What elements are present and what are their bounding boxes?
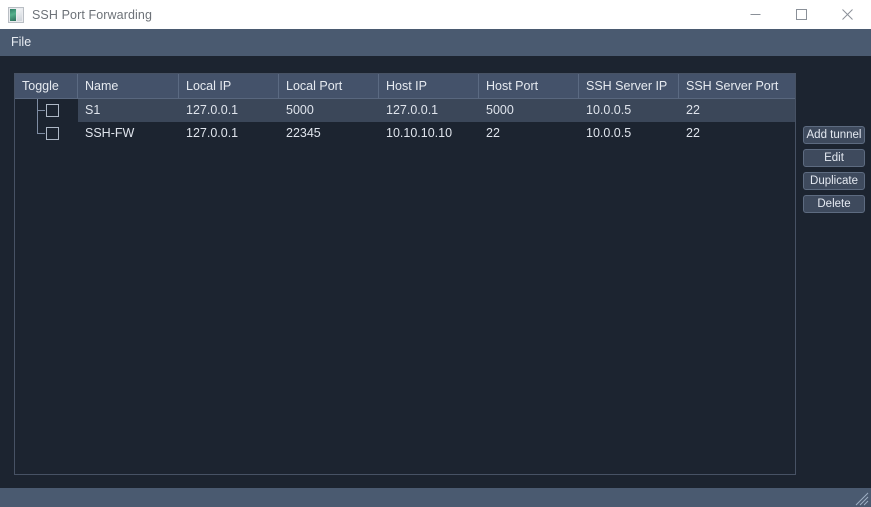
cell-ssh-server-port: 22: [686, 126, 700, 140]
duplicate-button[interactable]: Duplicate: [803, 172, 865, 190]
column-header-local-port[interactable]: Local Port: [279, 74, 379, 99]
tree-arm-line: [37, 110, 45, 111]
minimize-icon: [750, 13, 760, 15]
cell-name: SSH-FW: [85, 126, 135, 140]
tunnel-table: Toggle Name Local IP Local Port Host IP …: [14, 73, 796, 475]
menu-bar: File: [0, 29, 871, 56]
cell-name: S1: [78, 99, 179, 122]
row-toggle-cell: [15, 122, 78, 145]
close-button[interactable]: [824, 0, 870, 28]
row-toggle-cell: [15, 99, 78, 122]
cell-local-port: 5000: [279, 99, 379, 122]
cell-ssh-server-port: 22: [679, 99, 795, 122]
tree-arm-line: [37, 133, 45, 134]
edit-button[interactable]: Edit: [803, 149, 865, 167]
app-icon-shape-right: [17, 8, 22, 21]
ssh-port-forwarding-window: SSH Port Forwarding File Toggle Name Loc…: [0, 0, 871, 507]
resize-grip-icon[interactable]: [855, 492, 869, 506]
column-header-local-ip[interactable]: Local IP: [179, 74, 279, 99]
column-header-ssh-server-port[interactable]: SSH Server Port: [679, 74, 795, 99]
cell-ssh-server-ip: 10.0.0.5: [586, 126, 632, 140]
column-header-host-ip[interactable]: Host IP: [379, 74, 479, 99]
cell-host-ip: 10.10.10.10: [386, 126, 453, 140]
cell-local-ip: 127.0.0.1: [186, 126, 239, 140]
column-header-name[interactable]: Name: [78, 74, 179, 99]
app-icon-shape-left: [10, 8, 16, 21]
cell-local-ip: 127.0.0.1: [179, 99, 279, 122]
cell-host-ip: 127.0.0.1: [379, 99, 479, 122]
add-tunnel-button[interactable]: Add tunnel: [803, 126, 865, 144]
delete-button[interactable]: Delete: [803, 195, 865, 213]
title-bar: SSH Port Forwarding: [0, 0, 871, 30]
main-content: Toggle Name Local IP Local Port Host IP …: [0, 56, 871, 507]
table-row[interactable]: S1 127.0.0.1 5000 127.0.0.1 5000 10.0.0.…: [15, 99, 795, 122]
window-title: SSH Port Forwarding: [32, 7, 152, 22]
row-toggle-checkbox[interactable]: [46, 127, 59, 140]
maximize-button[interactable]: [778, 0, 824, 28]
column-header-host-port[interactable]: Host Port: [479, 74, 579, 99]
column-header-ssh-server-ip[interactable]: SSH Server IP: [579, 74, 679, 99]
cell-host-port: 5000: [479, 99, 579, 122]
row-toggle-checkbox[interactable]: [46, 104, 59, 117]
cell-ssh-server-ip: 10.0.0.5: [579, 99, 679, 122]
status-bar: [0, 488, 871, 507]
table-header-row: Toggle Name Local IP Local Port Host IP …: [15, 74, 795, 99]
app-icon: [8, 6, 24, 23]
cell-local-port: 22345: [286, 126, 321, 140]
maximize-icon: [795, 8, 807, 20]
table-row[interactable]: SSH-FW 127.0.0.1 22345 10.10.10.10 22 10…: [15, 122, 795, 145]
menu-item-file[interactable]: File: [2, 32, 40, 54]
close-icon: [841, 8, 853, 20]
cell-host-port: 22: [486, 126, 500, 140]
column-header-toggle[interactable]: Toggle: [15, 74, 78, 99]
minimize-button[interactable]: [732, 0, 778, 28]
